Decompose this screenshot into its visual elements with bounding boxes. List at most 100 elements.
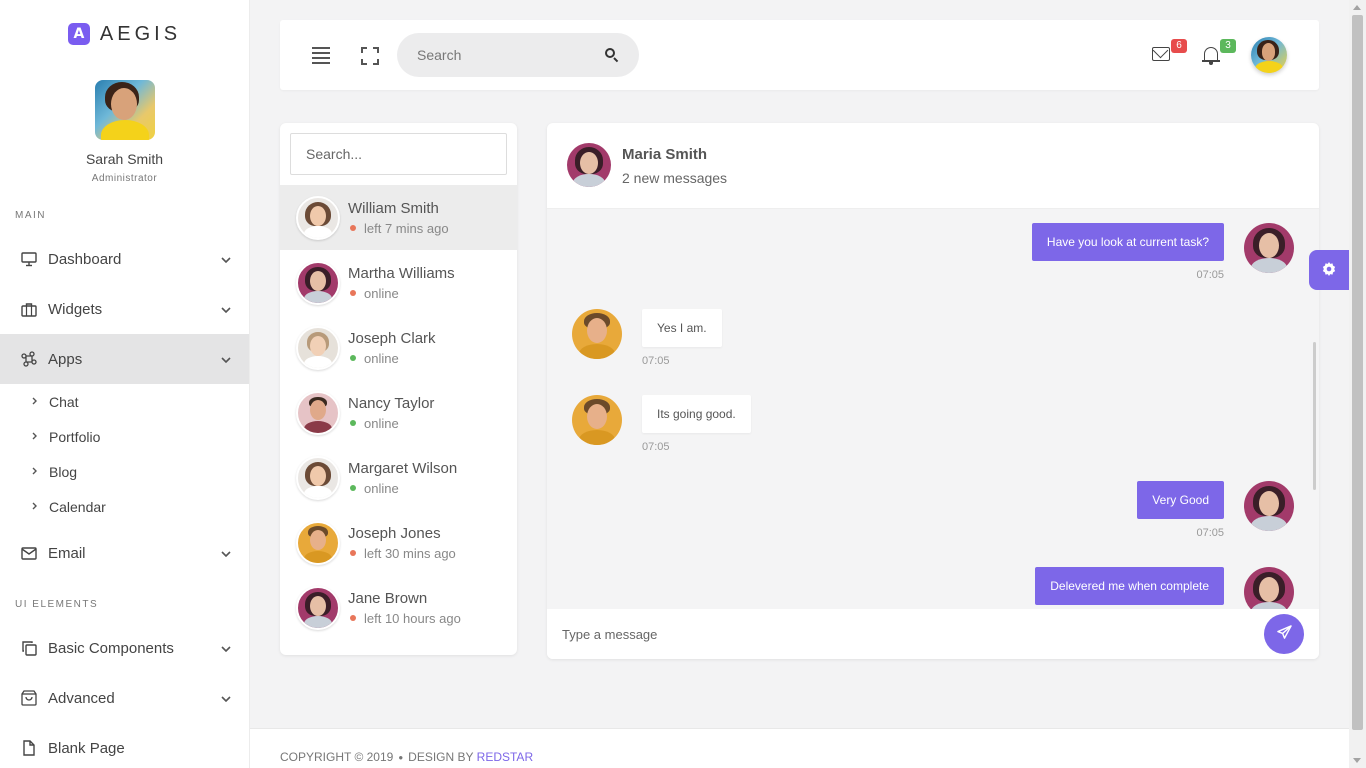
send-button[interactable] — [1264, 614, 1304, 654]
message-outgoing: Very Good 07:05 — [1137, 481, 1224, 539]
contact-status: online — [364, 285, 399, 301]
sidebar-item-label: Widgets — [48, 300, 103, 318]
contact-item[interactable]: Joseph Clark online — [280, 315, 517, 380]
sidebar-item-dashboard[interactable]: Dashboard — [0, 234, 249, 284]
scroll-down-arrow-icon[interactable] — [1353, 758, 1361, 763]
gear-icon — [1322, 261, 1336, 279]
message-input[interactable] — [562, 621, 1252, 647]
message-avatar — [1244, 223, 1294, 273]
briefcase-icon — [20, 302, 38, 317]
contact-item[interactable]: William Smith left 7 mins ago — [280, 185, 517, 250]
contacts-search-input[interactable] — [290, 133, 507, 175]
footer-text: COPYRIGHT © 2019 ● DESIGN BY REDSTAR — [280, 750, 534, 764]
profile-role: Administrator — [91, 173, 158, 184]
message-bubble: Yes I am. — [642, 309, 722, 347]
sidebar-subitem-label: Portfolio — [49, 428, 101, 445]
header-search-input[interactable] — [417, 47, 605, 63]
send-icon — [1276, 625, 1292, 643]
copy-icon — [20, 640, 38, 656]
contact-status: left 30 mins ago — [364, 545, 456, 561]
user-avatar-button[interactable] — [1251, 37, 1287, 73]
section-label-main: MAIN — [15, 210, 46, 221]
message-avatar — [572, 395, 622, 445]
contact-item[interactable]: Martha Williams online — [280, 250, 517, 315]
sidebar-item-label: Apps — [48, 350, 83, 368]
footer-link[interactable]: REDSTAR — [477, 750, 533, 764]
contact-avatar — [296, 390, 340, 435]
contact-status: left 7 mins ago — [364, 220, 449, 236]
contact-name: Nancy Taylor — [348, 394, 435, 412]
status-dot — [350, 290, 356, 296]
contact-item[interactable]: Margaret Wilson online — [280, 445, 517, 510]
fullscreen-icon[interactable] — [361, 47, 379, 65]
chevron-down-icon — [221, 691, 231, 705]
sidebar-subitem-label: Calendar — [49, 498, 106, 515]
sidebar-item-email[interactable]: Email — [0, 528, 249, 578]
chevron-right-icon — [32, 431, 37, 443]
page-footer: COPYRIGHT © 2019 ● DESIGN BY REDSTAR — [250, 728, 1349, 768]
contact-avatar — [296, 260, 340, 305]
scrollbar-thumb[interactable] — [1352, 15, 1363, 730]
search-icon[interactable] — [605, 48, 619, 63]
message-outgoing: Have you look at current task? 07:05 — [1031, 223, 1224, 281]
sidebar-item-apps[interactable]: Apps — [0, 334, 249, 384]
notification-count-badge: 3 — [1220, 39, 1236, 53]
sidebar-subitem-calendar[interactable]: Calendar — [0, 489, 249, 524]
sidebar-item-label: Advanced — [48, 689, 115, 707]
bell-icon[interactable] — [1202, 46, 1220, 65]
contact-name: Jane Brown — [348, 589, 428, 607]
sidebar-subitem-portfolio[interactable]: Portfolio — [0, 419, 249, 454]
footer-design-by: DESIGN BY — [408, 750, 474, 764]
settings-button[interactable] — [1309, 250, 1349, 290]
chevron-down-icon — [221, 302, 231, 316]
chat-contact-avatar — [567, 143, 611, 187]
top-header: 6 3 — [280, 20, 1319, 90]
sidebar-subitem-label: Blog — [49, 463, 78, 480]
contact-avatar — [296, 325, 340, 370]
status-dot — [350, 485, 356, 491]
message-bubble: Delevered me when complete — [1035, 567, 1224, 605]
sidebar-item-label: Basic Components — [48, 639, 174, 657]
sidebar-subitem-chat[interactable]: Chat — [0, 384, 249, 419]
chevron-down-icon — [221, 252, 231, 266]
brand[interactable]: A AEGIS — [0, 0, 249, 68]
sidebar-subitem-blog[interactable]: Blog — [0, 454, 249, 489]
contact-item[interactable]: Nancy Taylor online — [280, 380, 517, 445]
contact-name: William Smith — [348, 199, 439, 217]
profile-avatar[interactable] — [94, 80, 155, 140]
message-time: 07:05 — [1196, 527, 1224, 539]
scroll-up-arrow-icon[interactable] — [1353, 5, 1361, 10]
contact-name: Margaret Wilson — [348, 459, 458, 477]
contact-list: William Smith left 7 mins ago Martha Wil… — [280, 185, 517, 640]
chat-panel: Maria Smith 2 new messages Have you look… — [547, 123, 1319, 659]
contact-avatar — [296, 195, 340, 240]
chevron-down-icon — [221, 641, 231, 655]
menu-icon[interactable] — [312, 47, 330, 67]
brand-logo-icon: A — [67, 23, 90, 45]
contact-item[interactable]: Jane Brown left 10 hours ago — [280, 575, 517, 640]
chat-contact-name: Maria Smith — [622, 146, 708, 163]
sidebar-item-basic-components[interactable]: Basic Components — [0, 623, 249, 673]
contact-item[interactable]: Joseph Jones left 30 mins ago — [280, 510, 517, 575]
message-avatar — [572, 309, 622, 359]
command-icon — [20, 351, 38, 367]
chevron-down-icon — [221, 352, 231, 366]
contact-avatar — [296, 585, 340, 630]
message-avatar — [1244, 567, 1294, 609]
mail-count-badge: 6 — [1171, 39, 1187, 53]
status-dot — [350, 225, 356, 231]
sidebar-item-blank-page[interactable]: Blank Page — [0, 723, 249, 768]
sidebar-item-advanced[interactable]: Advanced — [0, 673, 249, 723]
message-bubble: Its going good. — [642, 395, 751, 433]
footer-copyright: COPYRIGHT © 2019 — [280, 750, 394, 764]
contact-status: online — [364, 350, 399, 366]
sidebar-item-widgets[interactable]: Widgets — [0, 284, 249, 334]
header-search — [397, 33, 639, 77]
page-scrollbar[interactable] — [1349, 0, 1366, 768]
status-dot — [350, 615, 356, 621]
contact-status: online — [364, 480, 399, 496]
contact-status: online — [364, 415, 399, 431]
mail-icon[interactable] — [1152, 47, 1170, 61]
chat-composer — [547, 609, 1319, 659]
chat-scrollbar[interactable] — [1313, 342, 1316, 490]
